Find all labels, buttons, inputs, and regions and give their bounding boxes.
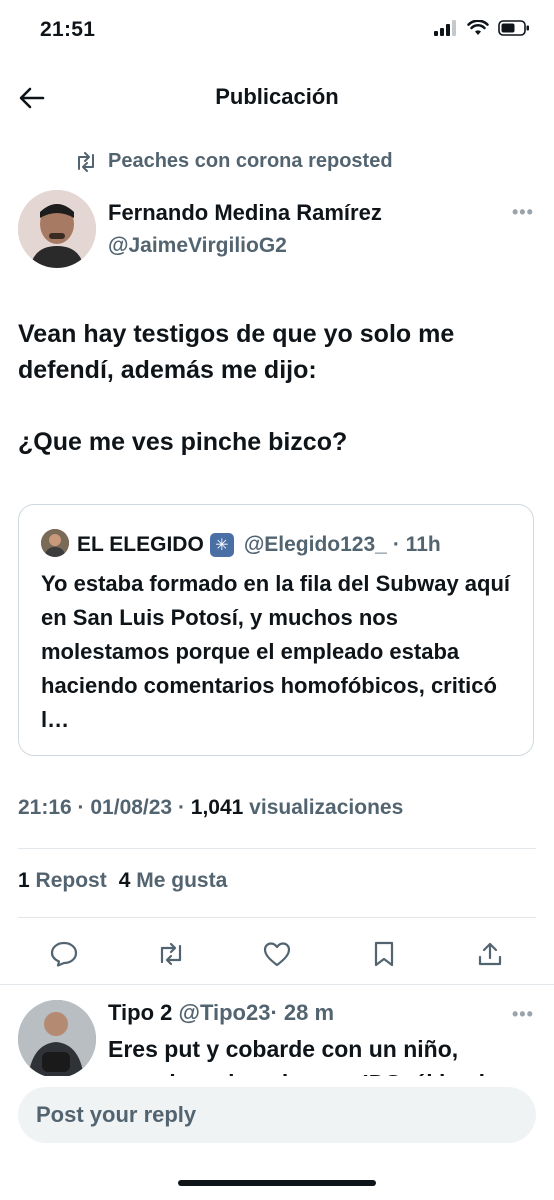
divider [18,848,536,849]
bookmark-button[interactable] [368,938,400,970]
back-button[interactable] [14,80,50,116]
like-icon [263,942,291,967]
divider [18,917,536,918]
author-handle[interactable]: @JaimeVirgilioG2 [108,234,287,258]
author-name[interactable]: Fernando Medina Ramírez [108,200,382,226]
post-stats: 1 Repost 4 Me gusta [18,869,227,893]
repost-label: Peaches con corona reposted [108,150,393,172]
status-time: 21:51 [40,18,96,41]
reply-text: Eres put y cobarde con un niño, [108,1036,459,1062]
likes-label: Me gusta [136,869,228,892]
reply-button[interactable] [48,938,80,970]
post-timestamp: 21:16 · 01/08/23 · [18,796,191,819]
share-icon [478,942,502,966]
bookmark-icon [374,941,393,967]
home-indicator [178,1180,376,1186]
quoted-text: Yo estaba formado en la fila del Subway … [41,571,511,732]
quoted-avatar[interactable] [41,529,69,557]
repost-icon [160,942,181,966]
more-options-icon[interactable]: ••• [512,202,534,223]
reposts-label: Repost [35,869,107,892]
reply-time: · 28 m [270,1000,335,1025]
signal-icon [434,20,456,36]
reply-more-options-icon[interactable]: ••• [512,1004,534,1025]
action-bar [18,935,536,973]
quoted-post[interactable]: EL ELEGIDO ✳ @Elegido123_ · 11h Yo estab… [18,504,534,756]
quoted-time: · 11h [392,533,441,556]
reply-avatar[interactable] [18,1000,96,1078]
back-arrow-icon [19,87,45,109]
post-meta: 21:16 · 01/08/23 · 1,041 visualizaciones [18,796,403,820]
reposts-count: 1 [18,869,30,892]
status-icons [434,20,530,36]
post-text: Vean hay testigos de que yo solo me defe… [18,320,455,456]
share-button[interactable] [474,938,506,970]
battery-icon [498,20,529,36]
repost-button[interactable] [155,938,187,970]
reply-handle[interactable]: @Tipo23 [179,1000,271,1025]
badge-icon: ✳ [209,533,234,557]
like-button[interactable] [261,938,293,970]
reply-input[interactable]: Post your reply [18,1087,536,1143]
views-count: 1,041 [190,796,244,819]
wifi-icon [467,20,489,35]
reposts-stat[interactable]: 1 Repost [18,869,107,893]
quoted-name: EL ELEGIDO [77,533,204,556]
page-title: Publicación [215,84,339,109]
quoted-handle: @Elegido123_ [243,533,387,556]
author-avatar[interactable] [18,190,96,268]
divider [0,984,554,985]
quoted-header: EL ELEGIDO ✳ @Elegido123_ · 11h [77,533,441,557]
repost-indicator[interactable]: Peaches con corona reposted [74,150,393,173]
likes-count: 4 [118,869,131,892]
views-label: visualizaciones [243,796,404,819]
reply-header: Tipo 2 @Tipo23· 28 m [108,1000,334,1026]
repost-icon [78,151,94,172]
reply-name[interactable]: Tipo 2 [108,1000,172,1025]
likes-stat[interactable]: 4 Me gusta [119,869,228,893]
reply-icon [50,941,78,967]
